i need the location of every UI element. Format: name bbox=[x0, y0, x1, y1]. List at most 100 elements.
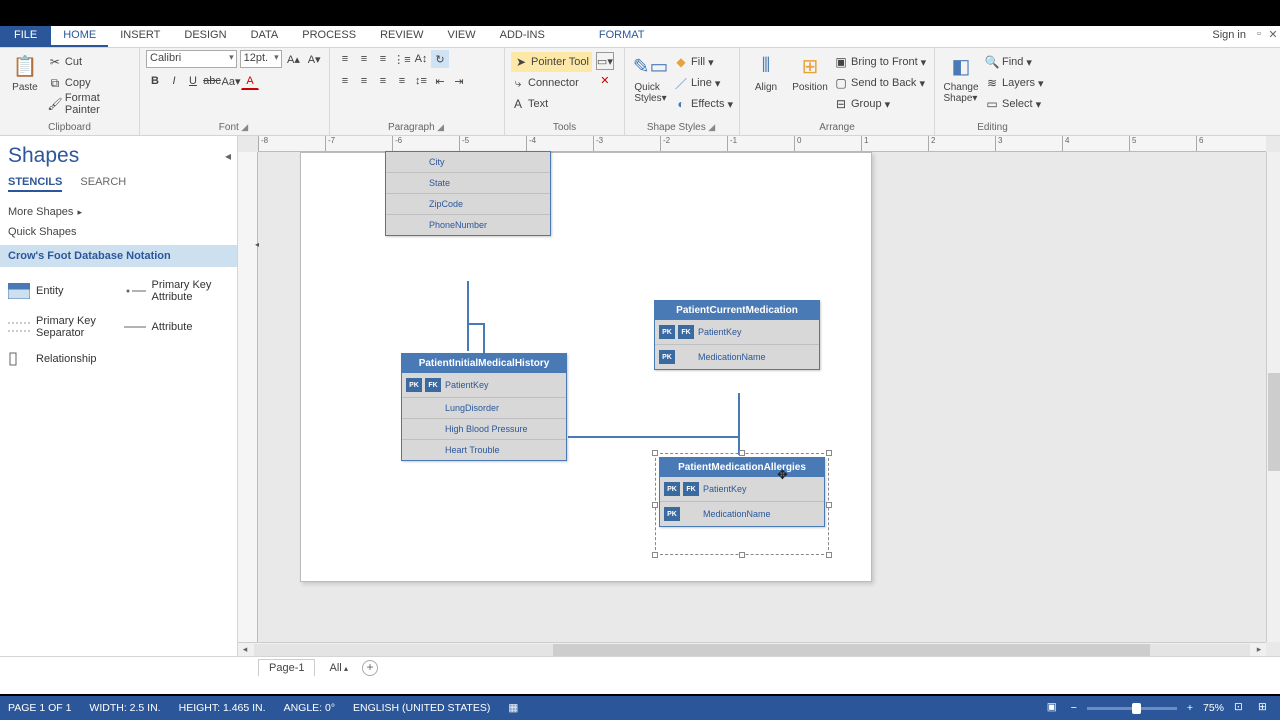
all-pages-button[interactable]: All bbox=[329, 662, 347, 674]
zoom-out-button[interactable]: − bbox=[1071, 702, 1077, 714]
align-left-button[interactable]: ≡ bbox=[336, 72, 354, 90]
rotate-text-button[interactable]: ↻ bbox=[431, 50, 449, 68]
tab-design[interactable]: DESIGN bbox=[172, 26, 238, 47]
connector-3[interactable] bbox=[738, 393, 740, 455]
zoom-in-button[interactable]: + bbox=[1187, 702, 1193, 714]
tab-insert[interactable]: INSERT bbox=[108, 26, 172, 47]
paste-button[interactable]: 📋 Paste bbox=[6, 50, 44, 93]
tools-group-label: Tools bbox=[511, 120, 618, 135]
text-tool-button[interactable]: AText bbox=[511, 94, 592, 114]
macro-record-icon[interactable]: ▦ bbox=[508, 702, 518, 714]
shape-pk-separator[interactable]: Primary Key Separator bbox=[8, 311, 116, 343]
paragraph-dialog-launcher[interactable]: ◢ bbox=[435, 122, 446, 132]
collapse-shapes-icon[interactable]: ◂ bbox=[225, 149, 231, 163]
position-button[interactable]: ⊞Position bbox=[790, 50, 830, 93]
reveal-ribbon-icon[interactable]: ▫ bbox=[1252, 26, 1266, 47]
more-shapes-link[interactable]: More Shapes▸ bbox=[8, 202, 231, 222]
send-to-back-button[interactable]: ▢Send to Back ▾ bbox=[834, 73, 926, 93]
line-spacing-button[interactable]: ↕≡ bbox=[412, 72, 430, 90]
decrease-indent-button[interactable]: ⇤ bbox=[431, 72, 449, 90]
find-button[interactable]: 🔍Find▾ bbox=[985, 52, 1044, 72]
tab-data[interactable]: DATA bbox=[239, 26, 291, 47]
align-center-button[interactable]: ≡ bbox=[355, 72, 373, 90]
line-button[interactable]: ／Line▾ bbox=[674, 73, 733, 93]
shrink-font-button[interactable]: A▾ bbox=[305, 50, 323, 68]
tab-format[interactable]: FORMAT bbox=[587, 26, 657, 47]
align-right-button[interactable]: ≡ bbox=[374, 72, 392, 90]
fill-icon: ◆ bbox=[674, 55, 688, 69]
presentation-mode-icon[interactable]: ▣ bbox=[1047, 701, 1061, 715]
fill-button[interactable]: ◆Fill▾ bbox=[674, 52, 733, 72]
align-bottom-button[interactable]: ≡ bbox=[374, 50, 392, 68]
drawing-canvas[interactable]: -8-7-6-5-4-3-2-10123456 City State ZipCo… bbox=[238, 136, 1280, 656]
horizontal-scrollbar[interactable]: ◂▸ bbox=[238, 642, 1266, 656]
tab-view[interactable]: VIEW bbox=[435, 26, 487, 47]
tab-process[interactable]: PROCESS bbox=[290, 26, 368, 47]
stencils-tab[interactable]: STENCILS bbox=[8, 176, 62, 192]
increase-indent-button[interactable]: ⇥ bbox=[450, 72, 468, 90]
zoom-level[interactable]: 75% bbox=[1203, 702, 1224, 714]
italic-button[interactable]: I bbox=[165, 72, 183, 90]
sign-in-link[interactable]: Sign in bbox=[1206, 26, 1252, 47]
entity-history[interactable]: PatientInitialMedicalHistory PKFKPatient… bbox=[401, 353, 567, 461]
font-dialog-launcher[interactable]: ◢ bbox=[239, 122, 250, 132]
font-color-button[interactable]: A bbox=[241, 72, 259, 90]
pointer-tool-button[interactable]: ➤Pointer Tool bbox=[511, 52, 592, 72]
page-tab-1[interactable]: Page-1 bbox=[258, 659, 315, 676]
change-shape-button[interactable]: ◧ChangeShape▾ bbox=[941, 50, 981, 104]
shape-attribute[interactable]: Attribute bbox=[124, 311, 232, 343]
align-top-button[interactable]: ≡ bbox=[336, 50, 354, 68]
bold-button[interactable]: B bbox=[146, 72, 164, 90]
clipboard-group-label: Clipboard bbox=[6, 120, 133, 135]
format-painter-button[interactable]: 🖌Format Painter bbox=[48, 94, 133, 114]
zoom-slider[interactable] bbox=[1087, 707, 1177, 710]
drawing-page[interactable]: City State ZipCode PhoneNumber PatientIn… bbox=[300, 152, 872, 582]
delete-connector-button[interactable]: ✕ bbox=[596, 71, 614, 89]
font-family-select[interactable]: Calibri bbox=[146, 50, 237, 68]
connector-2[interactable] bbox=[568, 436, 740, 438]
vertical-scrollbar[interactable] bbox=[1266, 152, 1280, 642]
font-size-select[interactable]: 12pt. bbox=[240, 50, 282, 68]
tab-addins[interactable]: ADD-INS bbox=[488, 26, 557, 47]
layers-button[interactable]: ≋Layers▾ bbox=[985, 73, 1044, 93]
shape-pk-attribute[interactable]: Primary Key Attribute bbox=[124, 275, 232, 307]
cut-button[interactable]: ✂Cut bbox=[48, 52, 133, 72]
entity-current-medication[interactable]: PatientCurrentMedication PKFKPatientKey … bbox=[654, 300, 820, 370]
quick-shapes-link[interactable]: Quick Shapes bbox=[8, 222, 231, 242]
close-icon[interactable]: ✕ bbox=[1266, 26, 1280, 47]
status-language[interactable]: ENGLISH (UNITED STATES) bbox=[353, 702, 490, 714]
justify-button[interactable]: ≡ bbox=[393, 72, 411, 90]
shape-entity[interactable]: Entity bbox=[8, 275, 116, 307]
align-button[interactable]: ⫴Align bbox=[746, 50, 786, 93]
strike-button[interactable]: abc bbox=[203, 72, 221, 90]
search-tab[interactable]: SEARCH bbox=[80, 176, 126, 192]
pan-zoom-icon[interactable]: ⊞ bbox=[1258, 701, 1272, 715]
layers-icon: ≋ bbox=[985, 76, 999, 90]
add-page-button[interactable]: + bbox=[362, 660, 378, 676]
case-button[interactable]: Aa▾ bbox=[222, 72, 240, 90]
tab-review[interactable]: REVIEW bbox=[368, 26, 435, 47]
text-direction-button[interactable]: A↕ bbox=[412, 50, 430, 68]
quick-styles-button[interactable]: ✎▭QuickStyles▾ bbox=[631, 50, 670, 104]
tab-home[interactable]: HOME bbox=[51, 26, 108, 47]
status-page: PAGE 1 OF 1 bbox=[8, 702, 71, 714]
connector-1[interactable] bbox=[467, 281, 469, 351]
underline-button[interactable]: U bbox=[184, 72, 202, 90]
align-middle-button[interactable]: ≡ bbox=[355, 50, 373, 68]
group-button[interactable]: ⊟Group ▾ bbox=[834, 94, 926, 114]
effects-button[interactable]: ◐Effects▾ bbox=[674, 94, 733, 114]
bring-to-front-button[interactable]: ▣Bring to Front ▾ bbox=[834, 52, 926, 72]
tab-file[interactable]: FILE bbox=[0, 26, 51, 47]
select-button[interactable]: ▭Select▾ bbox=[985, 94, 1044, 114]
active-stencil[interactable]: Crow's Foot Database Notation bbox=[0, 245, 237, 267]
connector-1c[interactable] bbox=[483, 323, 485, 353]
shape-styles-dialog-launcher[interactable]: ◢ bbox=[706, 122, 717, 132]
grow-font-button[interactable]: A▴ bbox=[285, 50, 303, 68]
entity-patient-top[interactable]: City State ZipCode PhoneNumber bbox=[385, 151, 551, 236]
copy-button[interactable]: ⧉Copy bbox=[48, 73, 133, 93]
fit-page-icon[interactable]: ⊡ bbox=[1234, 701, 1248, 715]
bullets-button[interactable]: ⋮≡ bbox=[393, 50, 411, 68]
shape-relationship[interactable]: Relationship bbox=[8, 347, 116, 371]
rectangle-tool-button[interactable]: ▭▾ bbox=[596, 52, 614, 70]
connector-tool-button[interactable]: ⤷Connector bbox=[511, 73, 592, 93]
